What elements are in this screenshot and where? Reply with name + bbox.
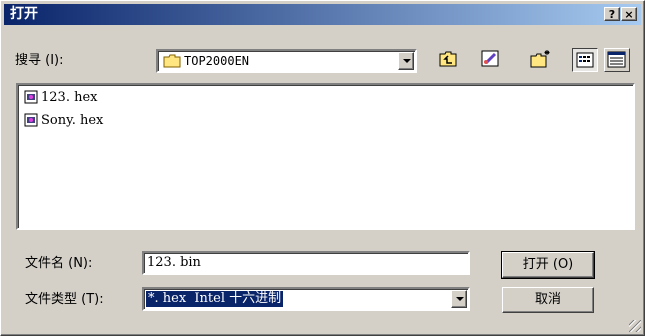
desktop-icon (478, 50, 502, 74)
file-type-value: *. hex Intel 十六进制 (144, 290, 285, 308)
file-name: Sony. hex (41, 113, 104, 128)
hex-file-icon (24, 113, 38, 133)
desktop-button[interactable] (478, 48, 504, 72)
file-name: 123. hex (41, 90, 98, 105)
file-type-label: 文件类型 (T): (25, 292, 104, 307)
open-button[interactable]: 打开 (O) (501, 251, 595, 279)
file-name-label: 文件名 (N): (25, 256, 93, 271)
folder-icon (163, 54, 181, 72)
file-open-dialog: 打开 ? × 搜寻 (I): TOP2000EN 123. hex Sony. … (0, 0, 645, 336)
file-name-value: 123. bin (147, 255, 201, 270)
cancel-button[interactable]: 取消 (502, 287, 594, 313)
new-folder-icon (528, 50, 552, 74)
close-button[interactable]: × (621, 7, 637, 21)
resize-grip[interactable] (629, 320, 641, 332)
up-one-level-button[interactable] (436, 48, 462, 72)
file-list[interactable]: 123. hex Sony. hex (16, 83, 635, 230)
file-type-dropdown-arrow[interactable] (451, 290, 467, 308)
file-type-combo[interactable]: *. hex Intel 十六进制 (142, 287, 470, 311)
file-name-field[interactable]: 123. bin (142, 251, 470, 275)
new-folder-button[interactable] (528, 48, 554, 72)
list-item[interactable]: Sony. hex (24, 112, 103, 130)
up-one-level-icon (436, 51, 460, 74)
details-view-button[interactable] (604, 48, 630, 72)
help-button[interactable]: ? (604, 7, 620, 21)
look-in-combo[interactable]: TOP2000EN (156, 49, 417, 73)
hex-file-icon (24, 90, 38, 110)
list-view-button[interactable] (572, 48, 598, 72)
details-view-icon (605, 51, 629, 75)
dialog-title: 打开 (10, 6, 38, 22)
look-in-value: TOP2000EN (184, 54, 250, 68)
list-item[interactable]: 123. hex (24, 89, 97, 107)
look-in-dropdown-arrow[interactable] (398, 52, 414, 70)
look-in-label: 搜寻 (I): (15, 53, 64, 68)
title-bar[interactable]: 打开 ? × (4, 4, 641, 25)
list-view-icon (573, 52, 597, 75)
